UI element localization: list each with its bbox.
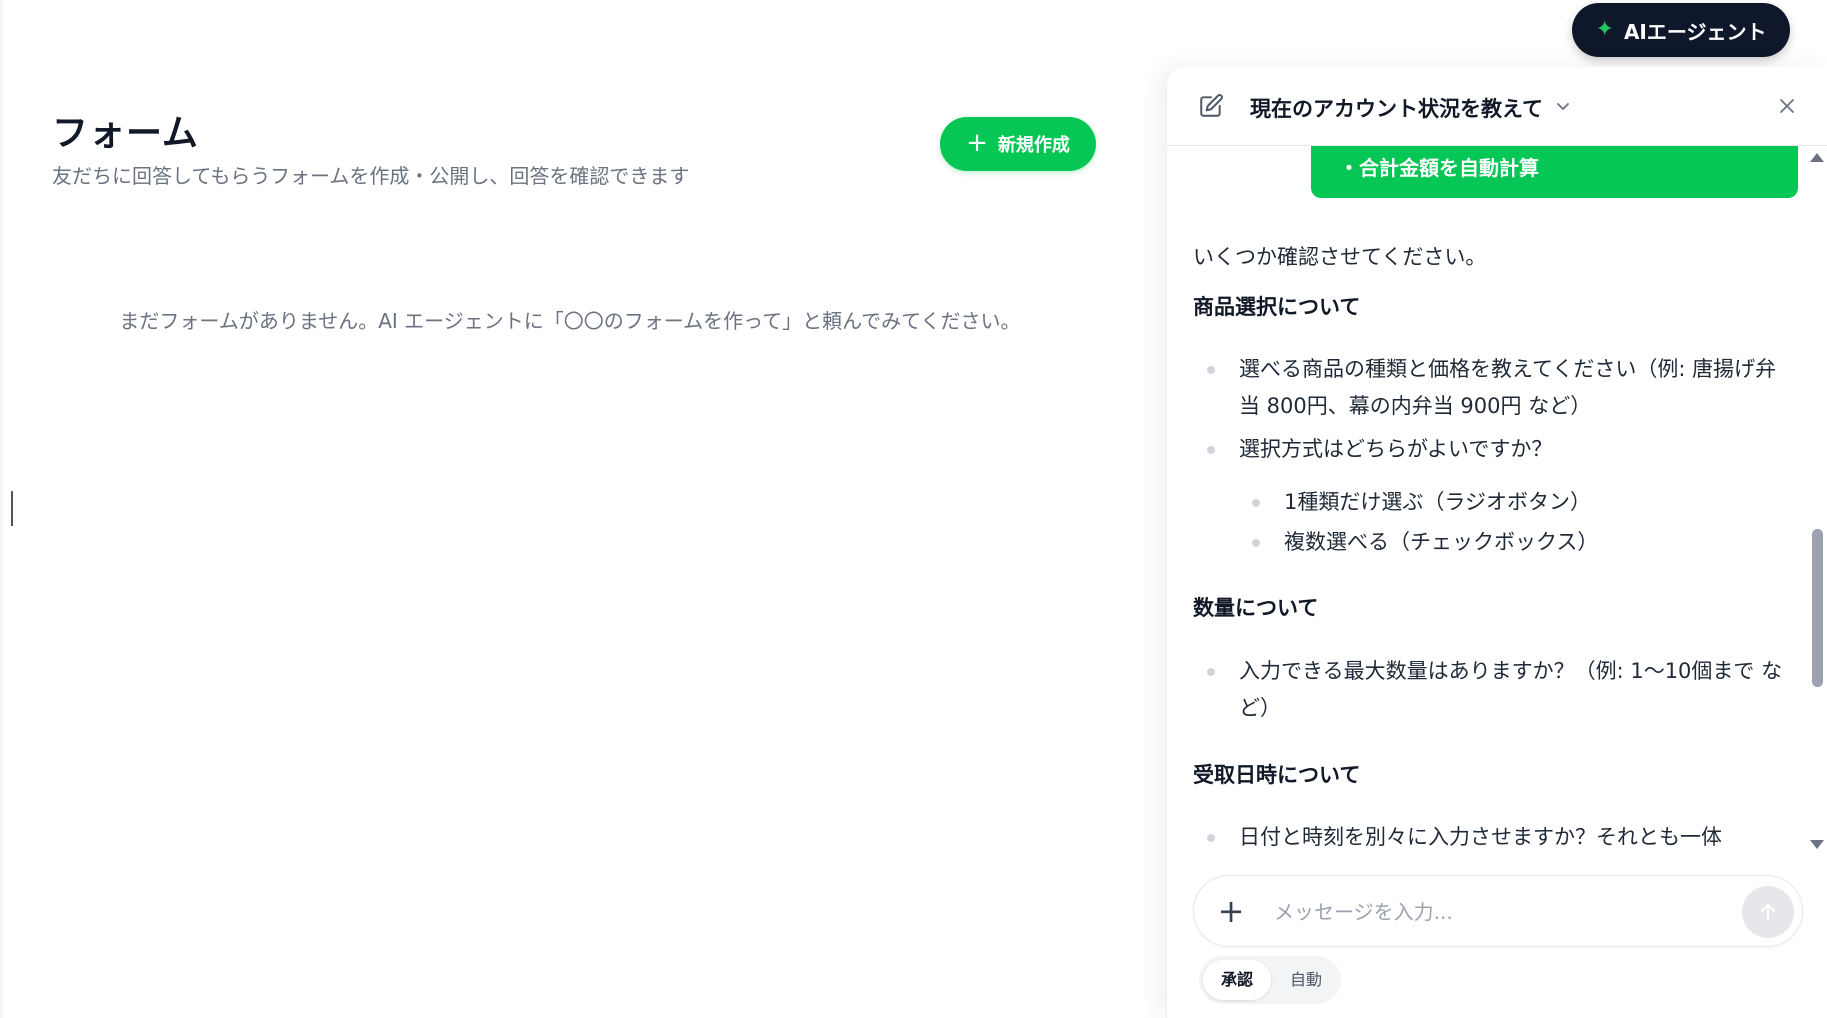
scroll-up-arrow[interactable] bbox=[1810, 153, 1824, 162]
ai-agent-button[interactable]: ✦ AIエージェント bbox=[1572, 3, 1790, 57]
mode-auto-option[interactable]: 自動 bbox=[1275, 960, 1337, 1000]
page-title: フォーム bbox=[52, 113, 199, 154]
mode-approve-option[interactable]: 承認 bbox=[1203, 960, 1271, 1000]
chevron-down-icon[interactable] bbox=[1553, 96, 1573, 116]
message-composer: + bbox=[1193, 875, 1803, 947]
new-form-button-label: 新規作成 bbox=[997, 135, 1070, 156]
edit-icon[interactable] bbox=[1198, 93, 1224, 119]
list-item-text: 複数選べる（チェックボックス） bbox=[1284, 530, 1599, 554]
app-page: フォーム 友だちに回答してもらうフォームを作成・公開し、回答を確認できます + … bbox=[0, 0, 1827, 1018]
section-heading: 数量について bbox=[1193, 596, 1319, 620]
list-item-text: 1種類だけ選ぶ（ラジオボタン） bbox=[1284, 490, 1591, 514]
new-form-button[interactable]: + 新規作成 bbox=[940, 117, 1096, 171]
list-item-text: 入力できる最大数量はありますか？（例: 1〜10個まで など） bbox=[1239, 659, 1783, 720]
sub-list-item: 複数選べる（チェックボックス） bbox=[1252, 524, 1784, 561]
ai-agent-button-label: AIエージェント bbox=[1623, 19, 1767, 44]
section-heading: 商品選択について bbox=[1193, 295, 1361, 319]
panel-header: 現在のアカウント状況を教えて bbox=[1167, 67, 1827, 146]
chat-messages[interactable]: ・合計金額を自動計算 いくつか確認させてください。 商品選択について 選べる商品… bbox=[1167, 146, 1827, 931]
close-icon[interactable] bbox=[1776, 95, 1798, 117]
arrow-up-icon bbox=[1761, 904, 1775, 920]
ai-chat-panel: 現在のアカウント状況を教えて ・合計金額を自動計算 いくつか確認させてください。… bbox=[1166, 67, 1827, 1018]
sparkle-icon: ✦ bbox=[1595, 17, 1614, 42]
bullet-dot bbox=[1207, 446, 1215, 454]
scrollbar-thumb[interactable] bbox=[1812, 529, 1823, 687]
list-item-text: 選択方式はどちらがよいですか？ bbox=[1239, 437, 1553, 461]
list-item: 入力できる最大数量はありますか？（例: 1〜10個まで など） bbox=[1207, 653, 1784, 727]
page-subtitle: 友だちに回答してもらうフォームを作成・公開し、回答を確認できます bbox=[52, 164, 690, 188]
forms-main: フォーム 友だちに回答してもらうフォームを作成・公開し、回答を確認できます + … bbox=[0, 0, 1160, 1018]
list-item: 選択方式はどちらがよいですか？ bbox=[1207, 431, 1784, 468]
list-item-text: 選べる商品の種類と価格を教えてください（例: 唐揚げ弁当 800円、幕の内弁当 … bbox=[1239, 357, 1777, 418]
plus-icon: + bbox=[966, 127, 988, 158]
attach-plus-icon[interactable]: + bbox=[1216, 894, 1246, 928]
bullet-dot bbox=[1207, 366, 1215, 374]
bullet-dot bbox=[1207, 668, 1215, 676]
scroll-down-arrow[interactable] bbox=[1810, 840, 1824, 849]
list-item: 日付と時刻を別々に入力させますか？それとも一体 bbox=[1207, 819, 1784, 856]
bullet-dot bbox=[1207, 834, 1215, 842]
mode-toggle: 承認 自動 bbox=[1199, 956, 1341, 1004]
list-item-text: 日付と時刻を別々に入力させますか？それとも一体 bbox=[1239, 825, 1722, 849]
bullet-dot bbox=[1252, 539, 1260, 547]
sub-list-item: 1種類だけ選ぶ（ラジオボタン） bbox=[1252, 484, 1784, 521]
user-message-bubble: ・合計金額を自動計算 bbox=[1311, 146, 1798, 198]
empty-state-message: まだフォームがありません。AI エージェントに「〇〇のフォームを作って」と頼んで… bbox=[119, 309, 1021, 333]
list-item: 選べる商品の種類と価格を教えてください（例: 唐揚げ弁当 800円、幕の内弁当 … bbox=[1207, 351, 1784, 425]
conversation-title[interactable]: 現在のアカウント状況を教えて bbox=[1250, 93, 1543, 123]
message-input[interactable] bbox=[1274, 892, 1714, 932]
send-button[interactable] bbox=[1742, 886, 1794, 938]
bullet-dot bbox=[1252, 499, 1260, 507]
section-heading: 受取日時について bbox=[1193, 763, 1361, 787]
assistant-intro-text: いくつか確認させてください。 bbox=[1193, 245, 1487, 269]
